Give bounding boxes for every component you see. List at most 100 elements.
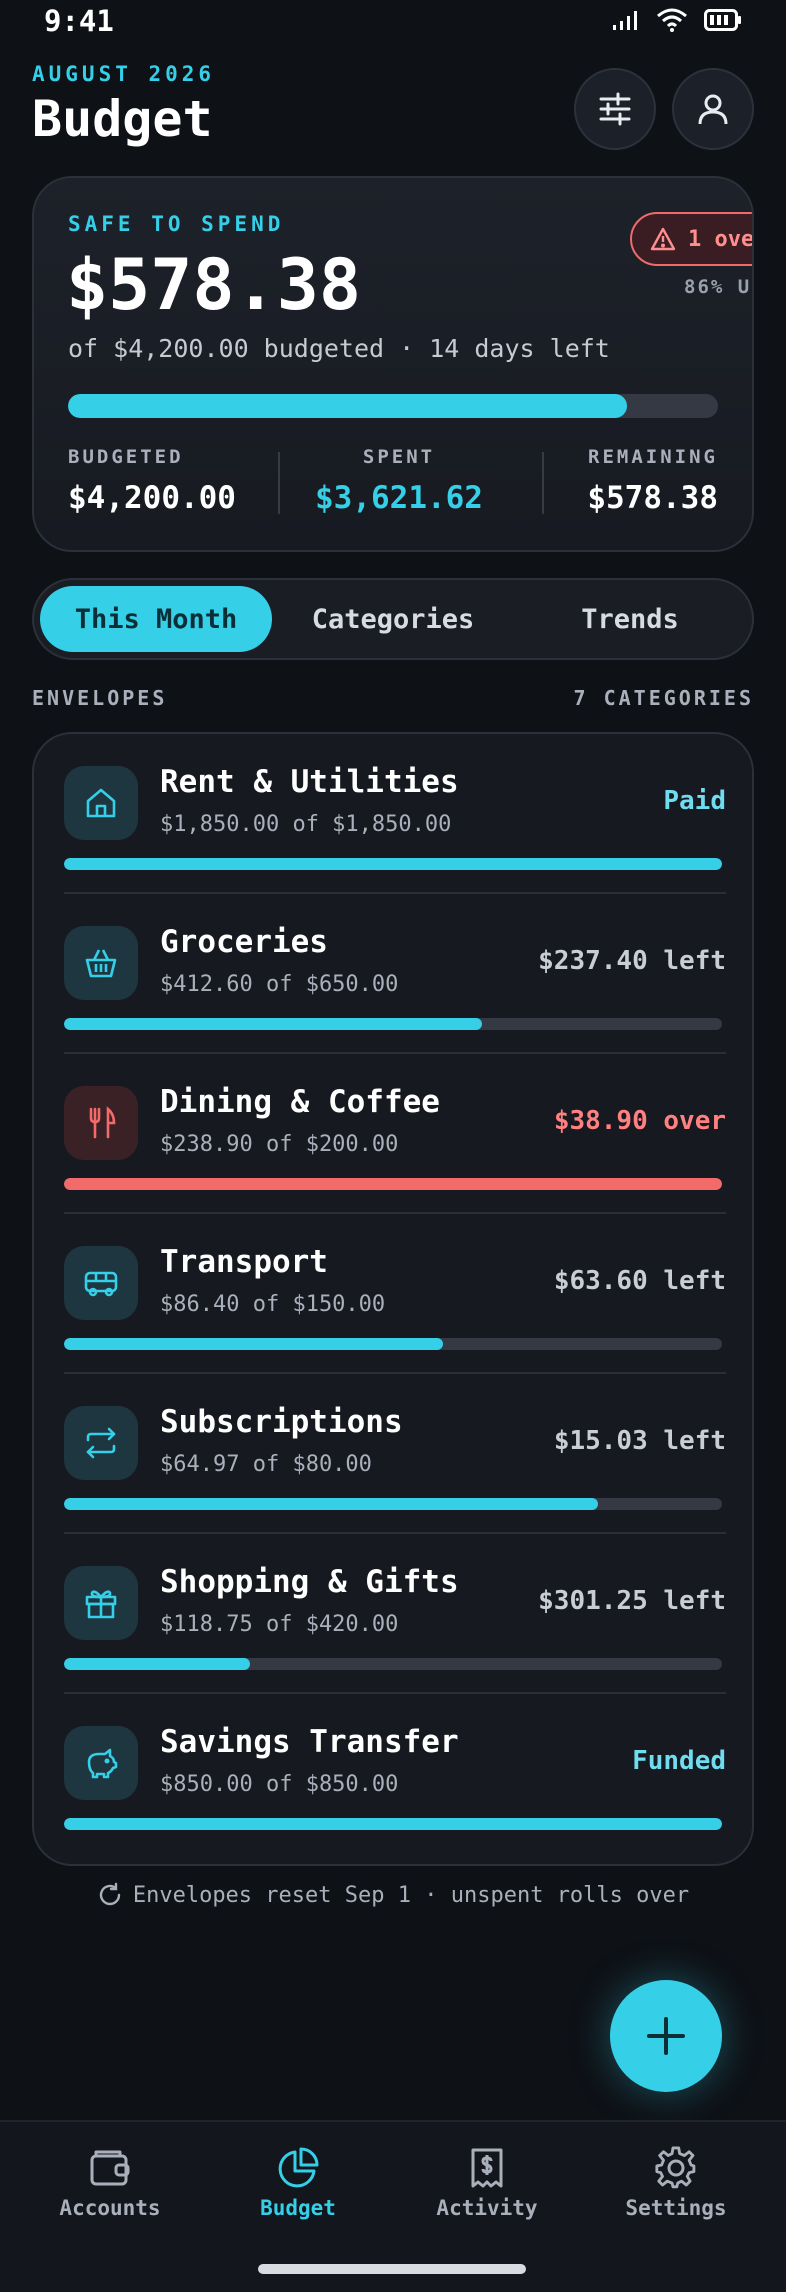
nav-label: Activity [436, 2196, 538, 2220]
signal-icon [613, 11, 637, 30]
page-title: Budget [32, 90, 213, 148]
tab-this-month[interactable]: This Month [40, 586, 272, 652]
envelope-status: $237.40 left [538, 946, 726, 976]
envelope-status: $301.25 left [538, 1586, 726, 1616]
envelope-row-dining[interactable]: Dining & Coffee $238.90 of $200.00 $38.9… [34, 1054, 756, 1214]
safe-to-spend-card: SAFE TO SPEND $578.38 of $4,200.00 budge… [32, 176, 754, 552]
user-icon [698, 94, 728, 125]
envelope-row-groceries[interactable]: Groceries $412.60 of $650.00 $237.40 lef… [34, 894, 756, 1054]
envelope-amounts: $850.00 of $850.00 [160, 1772, 399, 1797]
envelope-row-rent[interactable]: Rent & Utilities $1,850.00 of $1,850.00 … [34, 734, 756, 894]
envelope-name: Shopping & Gifts [160, 1564, 459, 1600]
envelope-name: Savings Transfer [160, 1724, 459, 1760]
nav-label: Accounts [59, 2196, 161, 2220]
nav-label: Settings [625, 2196, 727, 2220]
envelope-row-subscriptions[interactable]: Subscriptions $64.97 of $80.00 $15.03 le… [34, 1374, 756, 1534]
plus-icon [647, 2017, 685, 2055]
wifi-icon [657, 8, 687, 32]
wallet-icon [90, 2150, 130, 2186]
nav-activity[interactable]: Activity [397, 2146, 577, 2220]
tab-categories[interactable]: Categories [277, 586, 509, 652]
envelopes-title: ENVELOPES [32, 686, 168, 710]
profile-button[interactable] [672, 68, 754, 150]
status-time: 9:41 [44, 4, 114, 38]
piggy-bank-icon [64, 1726, 138, 1800]
used-percent: 86% USED [684, 276, 752, 298]
refresh-icon [99, 1882, 121, 1906]
envelope-progress-track [64, 1178, 722, 1190]
reset-note: Envelopes reset Sep 1 · unspent rolls ov… [0, 1882, 786, 1908]
stat-label: SPENT [362, 446, 436, 468]
envelope-progress-track [64, 858, 722, 870]
envelope-progress-fill [64, 1658, 251, 1670]
nav-budget[interactable]: Budget [208, 2146, 388, 2220]
sliders-icon [599, 92, 631, 126]
stat-divider [278, 452, 280, 514]
home-indicator [258, 2264, 526, 2274]
envelope-amounts: $118.75 of $420.00 [160, 1612, 399, 1637]
stat-value: $4,200.00 [68, 480, 236, 516]
filter-button[interactable] [574, 68, 656, 150]
stat-remaining: REMAINING $578.38 [508, 446, 718, 516]
envelope-name: Transport [160, 1244, 328, 1280]
envelope-amounts: $86.40 of $150.00 [160, 1292, 386, 1317]
safe-progress-track [68, 394, 718, 418]
stat-budgeted: BUDGETED $4,200.00 [68, 446, 278, 516]
envelope-progress-track [64, 1658, 722, 1670]
stat-value: $578.38 [587, 480, 718, 516]
stat-label: BUDGETED [68, 446, 184, 468]
safe-label: SAFE TO SPEND [68, 212, 285, 236]
safe-subtitle: of $4,200.00 budgeted · 14 days left [68, 334, 610, 363]
month-label: AUGUST 2026 [32, 62, 216, 86]
battery-icon [704, 9, 741, 31]
add-transaction-button[interactable] [610, 1980, 722, 2092]
basket-icon [64, 926, 138, 1000]
stat-label: REMAINING [588, 446, 718, 468]
over-budget-badge[interactable]: 1 over [630, 212, 754, 266]
envelope-amounts: $238.90 of $200.00 [160, 1132, 399, 1157]
reset-note-text: Envelopes reset Sep 1 · unspent rolls ov… [132, 1882, 690, 1908]
envelope-list: Rent & Utilities $1,850.00 of $1,850.00 … [32, 732, 754, 1866]
nav-label: Budget [260, 2196, 336, 2220]
gift-icon [64, 1566, 138, 1640]
envelope-amounts: $1,850.00 of $1,850.00 [160, 812, 452, 837]
repeat-icon [64, 1406, 138, 1480]
envelope-status: $63.60 left [553, 1266, 726, 1296]
pie-chart-icon [278, 2147, 319, 2188]
envelope-progress-fill [64, 858, 722, 870]
envelope-progress-track [64, 1818, 722, 1830]
bus-icon [64, 1246, 138, 1320]
envelopes-count: 7 CATEGORIES [573, 686, 754, 710]
safe-progress-fill [68, 394, 627, 418]
stat-spent: SPENT $3,621.62 [294, 446, 504, 516]
envelope-progress-fill [64, 1818, 722, 1830]
nav-settings[interactable]: Settings [586, 2146, 766, 2220]
envelope-status: Paid [663, 786, 726, 816]
envelope-name: Subscriptions [160, 1404, 403, 1440]
tab-trends[interactable]: Trends [514, 586, 746, 652]
envelope-status: $38.90 over [553, 1106, 726, 1136]
envelope-progress-track [64, 1338, 722, 1350]
gear-icon [655, 2146, 696, 2189]
nav-accounts[interactable]: Accounts [20, 2146, 200, 2220]
envelope-status: Funded [632, 1746, 726, 1776]
envelope-progress-track [64, 1018, 722, 1030]
envelope-amounts: $64.97 of $80.00 [160, 1452, 372, 1477]
envelope-progress-fill [64, 1178, 722, 1190]
envelope-row-shopping[interactable]: Shopping & Gifts $118.75 of $420.00 $301… [34, 1534, 756, 1694]
envelope-progress-track [64, 1498, 722, 1510]
over-badge-label: 1 over [688, 226, 754, 252]
envelope-row-transport[interactable]: Transport $86.40 of $150.00 $63.60 left [34, 1214, 756, 1374]
envelope-amounts: $412.60 of $650.00 [160, 972, 399, 997]
warning-icon [650, 227, 676, 251]
fork-knife-icon [64, 1086, 138, 1160]
safe-amount: $578.38 [66, 244, 362, 326]
envelope-name: Rent & Utilities [160, 764, 459, 800]
status-icons [612, 8, 742, 32]
envelope-progress-fill [64, 1338, 443, 1350]
envelope-row-savings[interactable]: Savings Transfer $850.00 of $850.00 Fund… [34, 1694, 756, 1854]
envelope-progress-fill [64, 1498, 599, 1510]
envelope-progress-fill [64, 1018, 482, 1030]
home-icon [64, 766, 138, 840]
envelope-name: Dining & Coffee [160, 1084, 440, 1120]
